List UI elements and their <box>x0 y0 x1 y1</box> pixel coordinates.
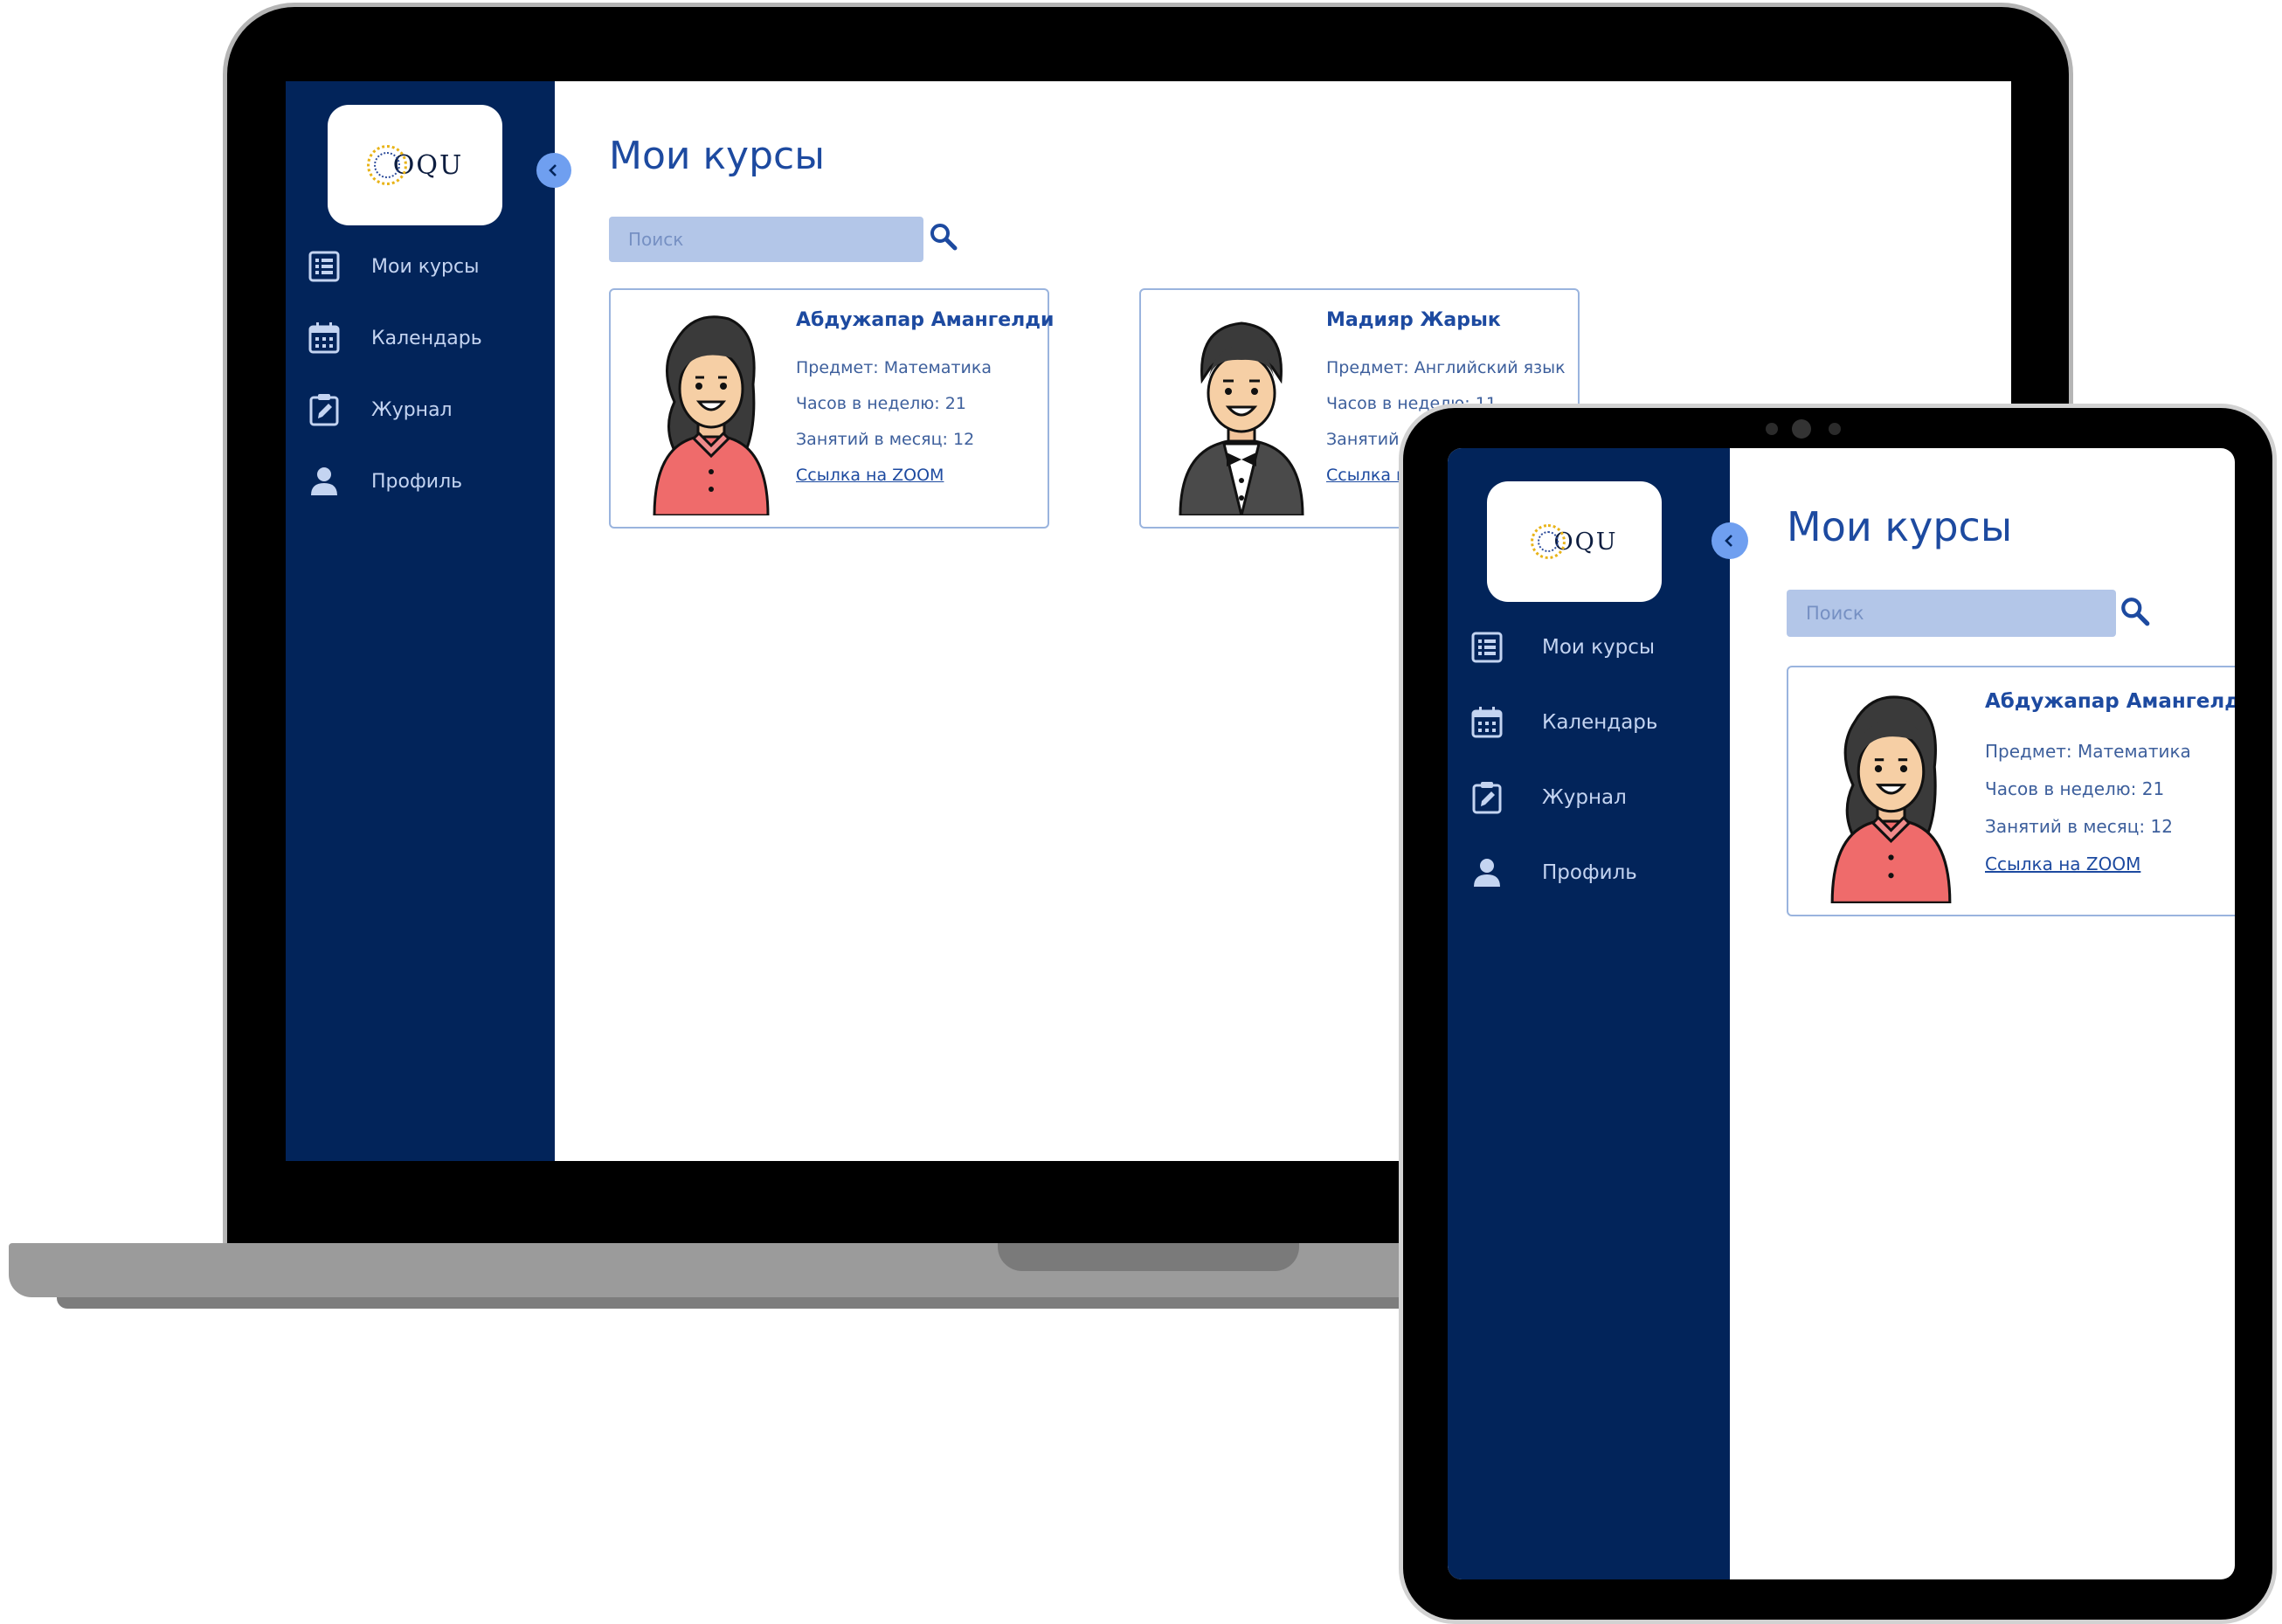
course-subject: Предмет: Математика <box>1985 741 2191 762</box>
sidebar-item-profile[interactable]: Профиль <box>307 464 462 499</box>
tablet-sensor <box>1829 423 1841 435</box>
calendar-icon <box>1471 707 1503 738</box>
search-icon[interactable] <box>2119 595 2152 628</box>
user-icon <box>1474 859 1500 887</box>
course-card[interactable]: Абдужапар Амангелди Предмет: Математика … <box>609 288 1054 529</box>
laptop-trackpad-notch <box>998 1243 1299 1271</box>
chevron-left-icon <box>549 164 557 176</box>
search-input[interactable] <box>1787 590 2116 637</box>
zoom-link[interactable]: Ссылка на ZOOM <box>796 466 944 485</box>
tablet-camera <box>1792 419 1811 439</box>
sidebar-item-label: Журнал <box>371 398 453 421</box>
sidebar-item-label: Календарь <box>1542 711 1658 734</box>
logo-ring-icon <box>366 145 407 185</box>
sidebar-item-label: Журнал <box>1542 786 1627 809</box>
sidebar-item-label: Мои курсы <box>1542 636 1656 659</box>
sidebar-item-journal[interactable]: Журнал <box>1469 780 1627 815</box>
sidebar-item-label: Профиль <box>371 470 463 493</box>
sidebar-collapse-button[interactable] <box>1712 522 1748 559</box>
sidebar: OQU Мои курсы Календарь Журнал Профиль <box>1448 448 1730 1579</box>
sidebar-item-label: Календарь <box>371 327 482 349</box>
sidebar-item-journal[interactable]: Журнал <box>307 392 453 427</box>
zoom-link[interactable]: Ссылка на ZOOM <box>1985 853 2140 874</box>
sidebar: OQU Мои курсы Календарь Журнал Профиль <box>286 81 555 1161</box>
list-icon <box>1471 632 1503 663</box>
course-subject: Предмет: Математика <box>796 358 992 377</box>
search-input[interactable] <box>609 217 923 262</box>
course-hours: Часов в неделю: 21 <box>796 394 966 413</box>
page-title: Мои курсы <box>1787 503 2013 550</box>
course-lessons: Занятий в месяц: 12 <box>1985 816 2173 837</box>
list-icon <box>308 251 340 282</box>
sidebar-item-my-courses[interactable]: Мои курсы <box>307 249 479 284</box>
teacher-name: Мадияр Жарык <box>1326 309 1501 331</box>
course-subject: Предмет: Английский язык <box>1326 358 1566 377</box>
chevron-left-icon <box>1725 535 1732 547</box>
sidebar-item-my-courses[interactable]: Мои курсы <box>1469 630 1655 665</box>
logo[interactable]: OQU <box>1487 481 1662 602</box>
sidebar-item-calendar[interactable]: Календарь <box>307 321 482 356</box>
course-card[interactable]: Абдужапар Амангелди Предмет: Математика … <box>1787 666 2235 916</box>
clipboard-edit-icon <box>309 394 339 426</box>
teacher-name: Абдужапар Амангелди <box>796 309 1055 331</box>
tablet-screen: OQU Мои курсы Календарь Журнал Профиль М… <box>1448 448 2235 1579</box>
page-title: Мои курсы <box>609 134 825 178</box>
calendar-icon <box>308 322 340 354</box>
woman-teacher-avatar <box>653 315 770 515</box>
course-lessons: Занятий в месяц: 12 <box>796 430 975 449</box>
search-icon[interactable] <box>928 221 959 252</box>
tablet-sensor <box>1766 423 1778 435</box>
logo[interactable]: OQU <box>328 105 502 225</box>
sidebar-item-calendar[interactable]: Календарь <box>1469 705 1657 740</box>
teacher-name: Абдужапар Амангелди <box>1985 690 2235 713</box>
man-teacher-avatar <box>1179 321 1304 515</box>
sidebar-item-label: Мои курсы <box>371 255 480 278</box>
sidebar-collapse-button[interactable] <box>536 153 571 188</box>
sidebar-item-label: Профиль <box>1542 861 1637 884</box>
clipboard-edit-icon <box>1472 782 1502 814</box>
woman-teacher-avatar <box>1830 695 1952 903</box>
course-hours: Часов в неделю: 21 <box>1985 778 2165 799</box>
user-icon <box>311 467 337 495</box>
sidebar-item-profile[interactable]: Профиль <box>1469 855 1637 890</box>
